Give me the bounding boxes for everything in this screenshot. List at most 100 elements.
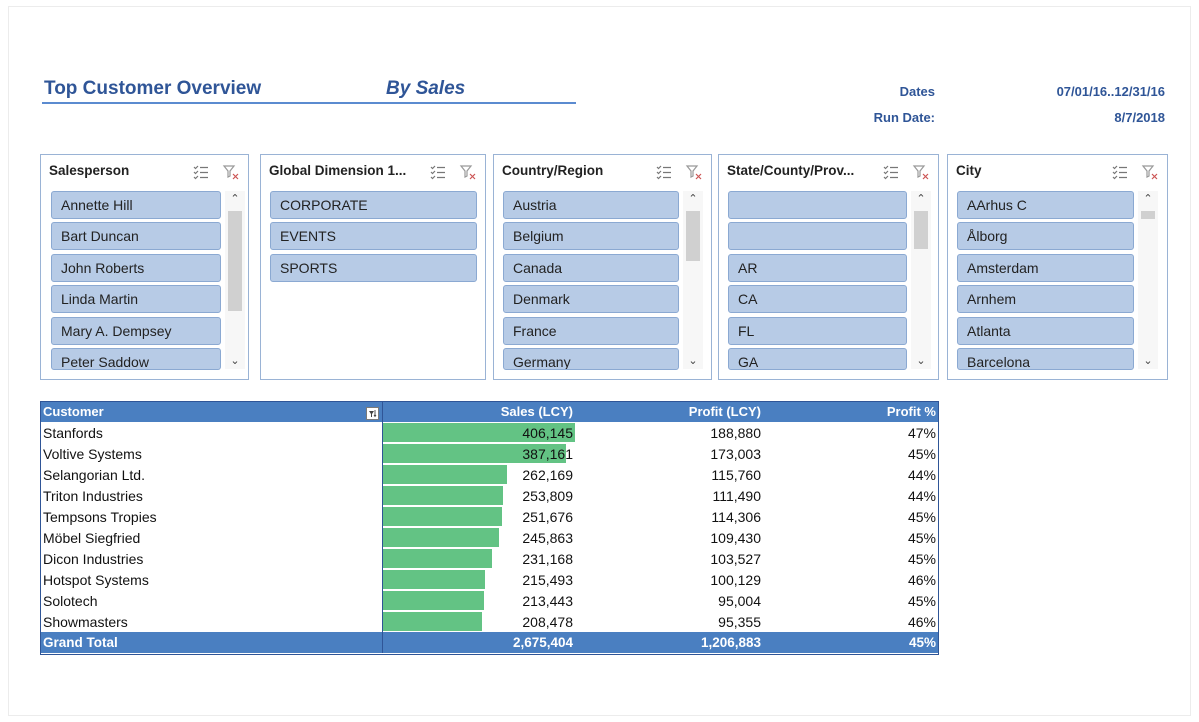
clear-filter-icon[interactable] (459, 163, 477, 181)
table-row[interactable]: Dicon Industries 231,168 103,527 45% (40, 548, 939, 569)
slicer-item[interactable]: Austria (503, 191, 679, 219)
sales-cell: 215,493 (382, 569, 576, 590)
scroll-up-icon[interactable]: ⌃ (1138, 191, 1158, 207)
scroll-down-icon[interactable]: ⌄ (683, 353, 703, 369)
slicer-item[interactable]: Arnhem (957, 285, 1134, 313)
profit-pct-cell: 45% (907, 445, 936, 462)
slicer-item[interactable]: France (503, 317, 679, 345)
table-row[interactable]: Showmasters 208,478 95,355 46% (40, 611, 939, 632)
scroll-thumb[interactable] (914, 211, 928, 249)
slicer-item[interactable]: Bart Duncan (51, 222, 221, 250)
customer-cell: Triton Industries (40, 485, 383, 506)
sales-cell: 262,169 (382, 464, 576, 485)
table-row[interactable]: Voltive Systems 387,161 173,003 45% (40, 443, 939, 464)
table-header-row: Customer Sales (LCY) Profit (LCY) Profit… (40, 401, 939, 422)
grand-total-pct: 45% (764, 632, 939, 653)
profit-pct-header[interactable]: Profit % (764, 401, 939, 422)
slicer-item[interactable]: Atlanta (957, 317, 1134, 345)
profit-pct-cell: 45% (907, 592, 936, 609)
sales-cell: 387,161 (382, 443, 576, 464)
slicer-item[interactable]: Amsterdam (957, 254, 1134, 282)
grand-total-sales: 2,675,404 (382, 632, 576, 653)
scrollbar[interactable]: ⌃ ⌄ (683, 191, 703, 369)
title-underline (42, 102, 576, 104)
slicer-item[interactable]: AR (728, 254, 907, 282)
customer-header[interactable]: Customer (40, 401, 383, 422)
sales-header[interactable]: Sales (LCY) (382, 401, 576, 422)
slicer-item[interactable]: Canada (503, 254, 679, 282)
slicer-item[interactable]: AArhus C (957, 191, 1134, 219)
table-row[interactable]: Selangorian Ltd. 262,169 115,760 44% (40, 464, 939, 485)
multi-select-icon[interactable] (192, 163, 210, 181)
slicer-item[interactable] (728, 222, 907, 250)
profit-pct-cell: 44% (907, 466, 936, 483)
slicer-item[interactable]: Belgium (503, 222, 679, 250)
sales-value: 231,168 (522, 550, 573, 567)
scroll-up-icon[interactable]: ⌃ (911, 191, 931, 207)
clear-filter-icon[interactable] (912, 163, 930, 181)
customer-header-label: Customer (43, 403, 104, 419)
global-dimension-slicer: Global Dimension 1... CORPORATE EVENTS S… (260, 154, 486, 380)
multi-select-icon[interactable] (429, 163, 447, 181)
slicer-item[interactable]: John Roberts (51, 254, 221, 282)
slicer-item[interactable]: Mary A. Dempsey (51, 317, 221, 345)
customer-cell: Hotspot Systems (40, 569, 383, 590)
scroll-thumb[interactable] (1141, 211, 1155, 219)
slicer-item[interactable]: Barcelona (957, 348, 1134, 370)
sales-cell: 245,863 (382, 527, 576, 548)
sales-cell: 208,478 (382, 611, 576, 632)
sales-value: 213,443 (522, 592, 573, 609)
clear-filter-icon[interactable] (1141, 163, 1159, 181)
customer-cell: Tempsons Tropies (40, 506, 383, 527)
profit-pct-cell: 46% (907, 613, 936, 630)
scroll-down-icon[interactable]: ⌄ (1138, 353, 1158, 369)
table-row[interactable]: Tempsons Tropies 251,676 114,306 45% (40, 506, 939, 527)
slicer-item[interactable]: FL (728, 317, 907, 345)
grand-total-label: Grand Total (40, 632, 383, 653)
profit-header[interactable]: Profit (LCY) (576, 401, 764, 422)
sales-data-bar (382, 612, 482, 631)
sales-value: 251,676 (522, 508, 573, 525)
slicer-title: State/County/Prov... (727, 163, 855, 178)
scroll-down-icon[interactable]: ⌄ (911, 353, 931, 369)
scroll-down-icon[interactable]: ⌄ (225, 353, 245, 369)
profit-cell: 115,760 (711, 466, 761, 483)
clear-filter-icon[interactable] (222, 163, 240, 181)
slicer-item[interactable]: EVENTS (270, 222, 477, 250)
scrollbar[interactable]: ⌃ ⌄ (1138, 191, 1158, 369)
table-row[interactable]: Hotspot Systems 215,493 100,129 46% (40, 569, 939, 590)
scroll-up-icon[interactable]: ⌃ (225, 191, 245, 207)
profit-pct-cell: 45% (907, 550, 936, 567)
multi-select-icon[interactable] (882, 163, 900, 181)
slicer-item[interactable]: Peter Saddow (51, 348, 221, 370)
scrollbar[interactable]: ⌃ ⌄ (911, 191, 931, 369)
multi-select-icon[interactable] (1111, 163, 1129, 181)
multi-select-icon[interactable] (655, 163, 673, 181)
scroll-up-icon[interactable]: ⌃ (683, 191, 703, 207)
scrollbar[interactable]: ⌃ ⌄ (225, 191, 245, 369)
scroll-thumb[interactable] (686, 211, 700, 261)
clear-filter-icon[interactable] (685, 163, 703, 181)
sales-data-bar (382, 528, 499, 547)
slicer-item[interactable]: Annette Hill (51, 191, 221, 219)
slicer-item[interactable]: SPORTS (270, 254, 477, 282)
table-row[interactable]: Triton Industries 253,809 111,490 44% (40, 485, 939, 506)
table-row[interactable]: Stanfords 406,145 188,880 47% (40, 422, 939, 443)
profit-cell: 103,527 (710, 550, 761, 567)
sales-value: 215,493 (522, 571, 573, 588)
slicer-item[interactable] (728, 191, 907, 219)
slicer-item[interactable]: CA (728, 285, 907, 313)
slicer-item[interactable]: Ålborg (957, 222, 1134, 250)
slicer-item[interactable]: CORPORATE (270, 191, 477, 219)
table-row[interactable]: Möbel Siegfried 245,863 109,430 45% (40, 527, 939, 548)
slicer-item[interactable]: GA (728, 348, 907, 370)
sales-value: 245,863 (522, 529, 573, 546)
table-row[interactable]: Solotech 213,443 95,004 45% (40, 590, 939, 611)
slicer-item[interactable]: Germany (503, 348, 679, 370)
scroll-thumb[interactable] (228, 211, 242, 311)
slicer-item[interactable]: Denmark (503, 285, 679, 313)
filter-dropdown-icon[interactable] (365, 406, 379, 420)
slicer-item[interactable]: Linda Martin (51, 285, 221, 313)
country-region-slicer: Country/Region Austria Belgium Canada De… (493, 154, 712, 380)
profit-cell: 109,430 (710, 529, 761, 546)
